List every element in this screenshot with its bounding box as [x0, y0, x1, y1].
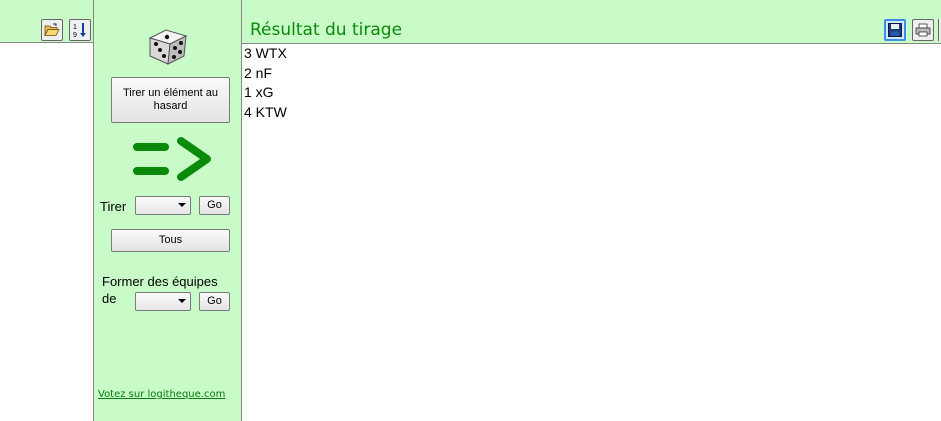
open-file-button[interactable] — [41, 19, 63, 41]
save-button[interactable] — [884, 19, 906, 41]
vote-link[interactable]: Votez sur logitheque.com — [98, 389, 225, 400]
page-title: Résultat du tirage — [250, 20, 403, 40]
save-icon — [888, 23, 902, 37]
draw-all-label: Tous — [158, 234, 183, 246]
print-button[interactable] — [912, 19, 934, 41]
teams-go-label: Go — [207, 295, 222, 307]
draw-go-button[interactable]: Go — [199, 196, 230, 215]
draw-all-button[interactable]: Tous — [111, 229, 230, 252]
arrow-icon — [133, 137, 211, 181]
list-item: 2 nF — [244, 64, 273, 81]
teams-label: Former des équipes — [102, 274, 218, 289]
draw-random-label: Tirer un élément au hasard — [123, 87, 218, 112]
result-list[interactable]: 3 WTX 2 nF 1 xG 4 KTW — [242, 43, 941, 421]
list-item: 4 KTW — [244, 103, 287, 120]
divider — [0, 42, 93, 43]
sort-numeric-icon: 1 9 — [73, 23, 86, 39]
print-icon — [915, 23, 931, 37]
team-size-select[interactable] — [135, 292, 191, 311]
teams-go-button[interactable]: Go — [199, 292, 230, 311]
list-item: 3 WTX — [244, 45, 287, 61]
teams-label-de: de — [102, 291, 117, 306]
left-empty-panel — [0, 43, 93, 421]
chevron-down-icon — [178, 203, 186, 207]
dice-icon — [148, 29, 188, 65]
draw-go-label: Go — [207, 199, 222, 211]
svg-text:9: 9 — [73, 32, 77, 39]
list-item: 1 xG — [244, 84, 274, 100]
sort-button[interactable]: 1 9 — [69, 19, 91, 41]
draw-count-select[interactable] — [135, 196, 191, 215]
draw-random-button[interactable]: Tirer un élément au hasard — [111, 77, 230, 123]
draw-label: Tirer — [100, 199, 127, 214]
svg-text:1: 1 — [73, 24, 77, 31]
folder-open-icon — [44, 23, 60, 36]
chevron-down-icon — [178, 299, 186, 303]
